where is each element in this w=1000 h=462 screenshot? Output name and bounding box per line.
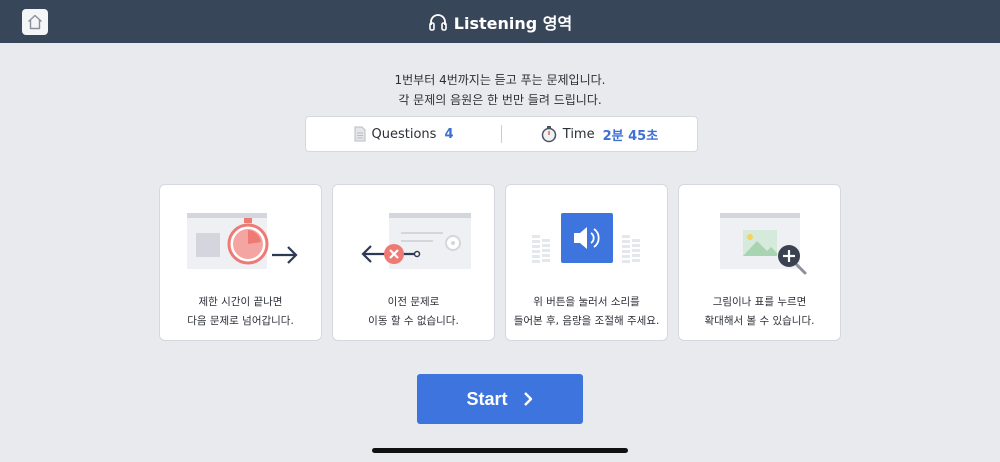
no-back-icon [333, 199, 494, 279]
questions-value: 4 [444, 126, 454, 142]
rule-caption-line-2: 이동 할 수 없습니다. [368, 315, 459, 327]
rule-caption-line-2: 다음 문제로 넘어갑니다. [187, 315, 294, 327]
home-button[interactable] [22, 9, 48, 35]
rule-card-volume: 위 버튼을 눌러서 소리를 들어본 후, 음량을 조절해 주세요. [505, 184, 668, 341]
rule-caption-line-1: 위 버튼을 눌러서 소리를 [533, 296, 640, 308]
rule-card-no-back: 이전 문제로 이동 할 수 없습니다. [332, 184, 495, 341]
questions-info: Questions 4 [306, 117, 501, 151]
rule-caption: 제한 시간이 끝나면 다음 문제로 넘어갑니다. [160, 293, 321, 331]
rule-caption-line-1: 제한 시간이 끝나면 [198, 296, 283, 308]
document-icon [354, 126, 366, 142]
rule-caption-line-2: 확대해서 볼 수 있습니다. [704, 315, 815, 327]
stopwatch-icon [541, 125, 557, 143]
page-title: Listening 영역 [0, 0, 1000, 43]
top-bar: Listening 영역 [0, 0, 1000, 43]
questions-label: Questions [371, 126, 437, 142]
start-button[interactable]: Start [417, 374, 583, 424]
test-info-box: Questions 4 Time 2분 45초 [305, 116, 698, 152]
rule-caption-line-2: 들어본 후, 음량을 조절해 주세요. [513, 315, 660, 327]
rule-caption: 그림이나 표를 누르면 확대해서 볼 수 있습니다. [679, 293, 840, 331]
page-title-text: Listening 영역 [453, 13, 573, 33]
timer-icon [160, 199, 321, 279]
chevron-right-icon [522, 391, 534, 407]
instruction-line-1: 1번부터 4번까지는 듣고 푸는 문제입니다. [394, 73, 606, 87]
rule-card-zoom: 그림이나 표를 누르면 확대해서 볼 수 있습니다. [678, 184, 841, 341]
home-icon [26, 13, 44, 31]
rule-caption-line-1: 그림이나 표를 누르면 [712, 296, 807, 308]
instructions: 1번부터 4번까지는 듣고 푸는 문제입니다. 각 문제의 음원은 한 번만 들… [0, 70, 1000, 110]
headphones-icon [428, 13, 448, 31]
time-value: 2분 45초 [602, 128, 659, 144]
speaker-icon [506, 199, 667, 279]
start-button-label: Start [466, 388, 508, 409]
rule-card-time-limit: 제한 시간이 끝나면 다음 문제로 넘어갑니다. [159, 184, 322, 341]
time-info: Time 2분 45초 [502, 117, 697, 151]
home-indicator-bar[interactable] [372, 448, 628, 453]
instruction-line-2: 각 문제의 음원은 한 번만 들려 드립니다. [398, 93, 602, 107]
rule-caption: 위 버튼을 눌러서 소리를 들어본 후, 음량을 조절해 주세요. [506, 293, 667, 331]
rule-caption-line-1: 이전 문제로 [387, 296, 440, 308]
zoom-in-icon [679, 199, 840, 279]
rule-caption: 이전 문제로 이동 할 수 없습니다. [333, 293, 494, 331]
time-label: Time [562, 126, 595, 142]
